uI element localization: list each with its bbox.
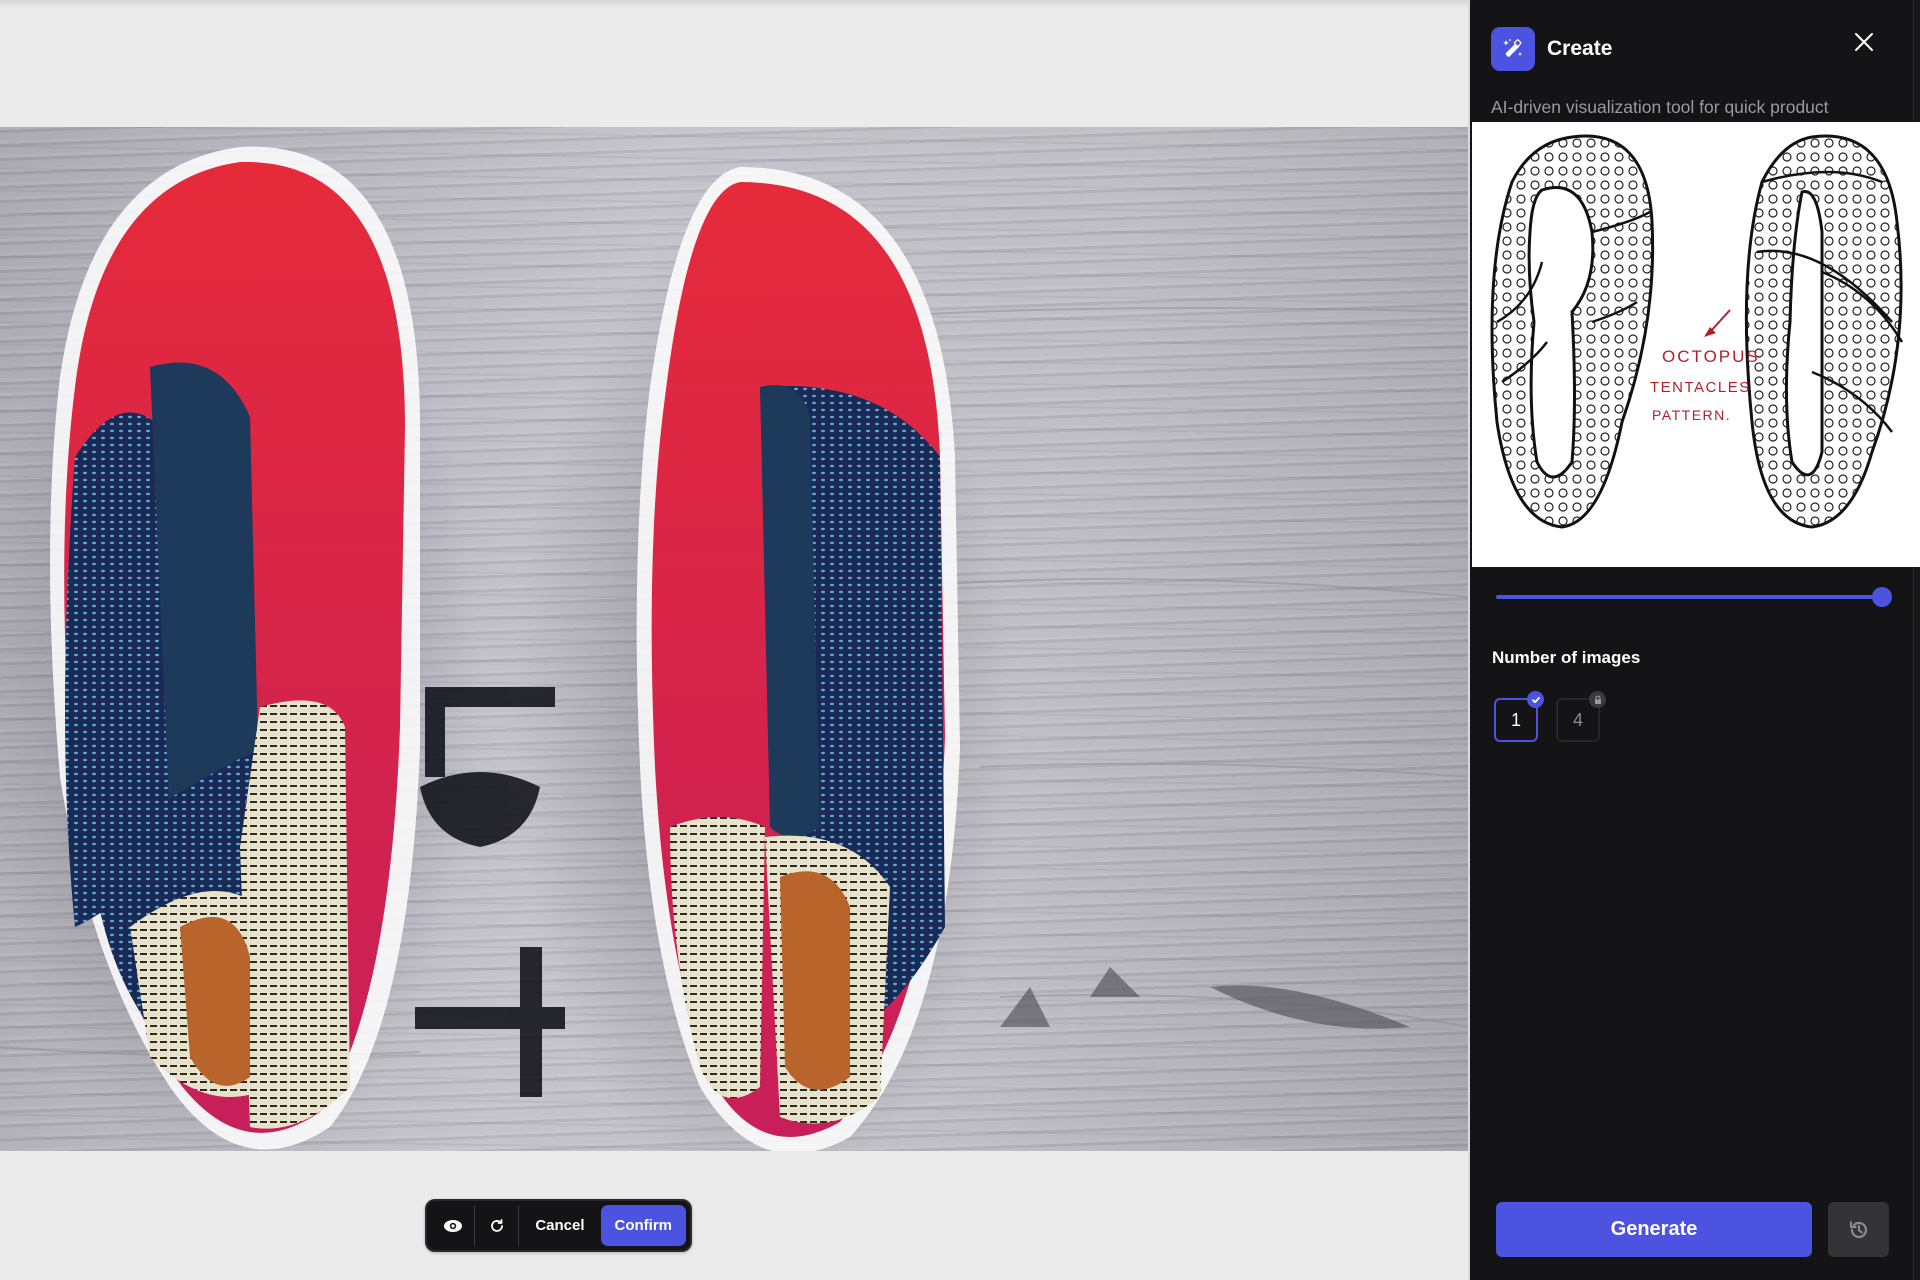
generated-shoes-illustration bbox=[0, 146, 1470, 1151]
magic-wand-icon bbox=[1503, 39, 1522, 57]
locked-badge bbox=[1589, 691, 1606, 708]
number-of-images-options: 1 4 bbox=[1494, 691, 1606, 742]
option-value: 4 bbox=[1572, 709, 1583, 730]
app-icon-badge bbox=[1491, 27, 1535, 71]
sketch-annotation-line: OCTOPUS bbox=[1662, 347, 1760, 366]
number-of-images-label: Number of images bbox=[1492, 648, 1641, 667]
panel-title: Create bbox=[1547, 37, 1613, 60]
close-icon bbox=[1855, 33, 1873, 51]
confirm-button[interactable]: Confirm bbox=[600, 1205, 687, 1246]
selected-badge bbox=[1527, 691, 1544, 708]
image-action-toolbar: Cancel Confirm bbox=[425, 1199, 692, 1252]
generate-button[interactable]: Generate bbox=[1496, 1202, 1812, 1257]
preview-button[interactable] bbox=[431, 1205, 474, 1246]
check-icon bbox=[1531, 696, 1540, 703]
cancel-button[interactable]: Cancel bbox=[519, 1205, 600, 1246]
slider-thumb[interactable] bbox=[1872, 587, 1892, 607]
slider-fill bbox=[1496, 595, 1882, 599]
image-count-option-1[interactable]: 1 bbox=[1494, 691, 1544, 742]
lock-icon bbox=[1594, 695, 1601, 704]
panel-description: AI-driven visualization tool for quick p… bbox=[1491, 97, 1829, 117]
reference-sketch[interactable]: OCTOPUS TENTACLES PATTERN. bbox=[1472, 122, 1920, 567]
create-panel: Create AI-driven visualization tool for … bbox=[1468, 0, 1920, 1280]
sketch-annotation-line: PATTERN. bbox=[1652, 407, 1731, 423]
eye-icon bbox=[443, 1219, 462, 1232]
strength-slider[interactable] bbox=[1496, 585, 1894, 609]
panel-header: Create bbox=[1491, 27, 1612, 71]
image-count-option-4[interactable]: 4 bbox=[1556, 691, 1606, 742]
history-icon bbox=[1849, 1220, 1867, 1238]
sketch-illustration: OCTOPUS TENTACLES PATTERN. bbox=[1490, 134, 1904, 529]
close-button[interactable] bbox=[1850, 28, 1878, 56]
refresh-icon bbox=[490, 1218, 503, 1232]
option-value: 1 bbox=[1510, 709, 1521, 730]
canvas-area: Cancel Confirm bbox=[0, 0, 1470, 1280]
history-button[interactable] bbox=[1828, 1202, 1889, 1257]
sketch-annotation-line: TENTACLES bbox=[1650, 379, 1751, 396]
generated-image[interactable] bbox=[0, 127, 1470, 1151]
regenerate-button[interactable] bbox=[475, 1205, 518, 1246]
